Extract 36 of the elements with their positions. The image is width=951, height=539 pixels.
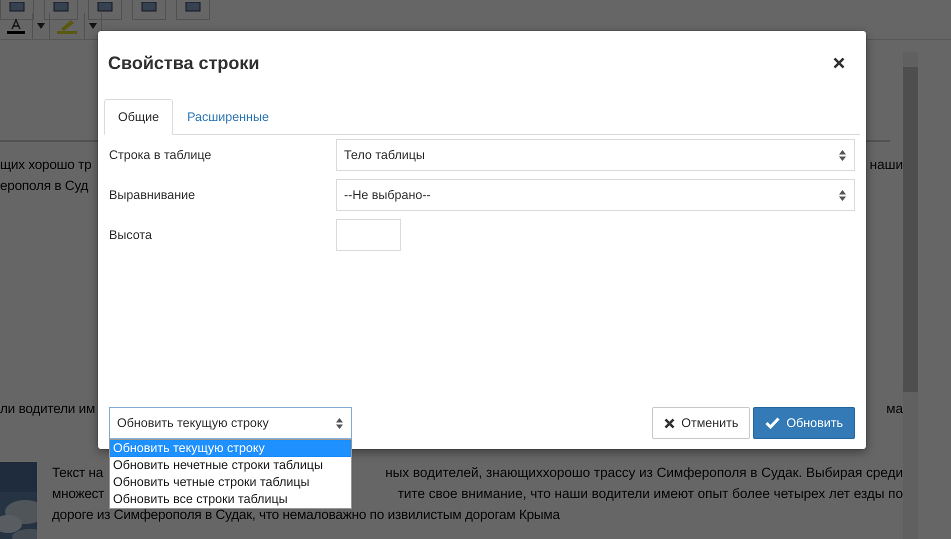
- table-tool-icon[interactable]: [0, 0, 34, 20]
- body-text: Текст на: [52, 464, 104, 482]
- field-label: Строка в таблице: [109, 148, 212, 162]
- dialog-title: Свойства строки: [108, 52, 260, 74]
- body-text: ли водители им: [0, 400, 96, 418]
- body-text: наши: [870, 156, 903, 174]
- table-tool-icon[interactable]: [44, 0, 78, 20]
- field-label: Высота: [109, 228, 153, 242]
- select-field[interactable]: Обновить текущую строку: [109, 407, 352, 439]
- select-field[interactable]: Тело таблицы: [336, 139, 855, 171]
- close-icon[interactable]: [831, 55, 847, 71]
- input-field[interactable]: [336, 219, 401, 251]
- body-text: ерополя в Суд: [0, 177, 88, 195]
- body-text: щих хорошо тр: [0, 156, 92, 174]
- sort-arrows-icon: [839, 190, 846, 200]
- cancel-button[interactable]: Отменить: [652, 407, 750, 439]
- body-text: дороге из Симферополя в Судак, что немаловажно по извилистым дорогам Крыма: [52, 506, 560, 524]
- sort-arrows-icon: [336, 418, 343, 428]
- scrollbar-thumb[interactable]: [903, 67, 918, 392]
- table-tool-icon[interactable]: [132, 0, 166, 20]
- body-text: ма: [886, 400, 903, 418]
- select-field[interactable]: --Не выбрано--: [336, 179, 855, 211]
- field-label: Выравнивание: [109, 188, 196, 202]
- body-text: множест: [52, 485, 104, 503]
- dropdown-option[interactable]: Обновить все строки таблицы: [110, 491, 351, 508]
- check-icon: [765, 417, 780, 429]
- update-button[interactable]: Обновить: [753, 407, 855, 439]
- body-text: тите свое внимание, что наши водители имеют опыт более четырех лет езды по: [398, 485, 903, 503]
- close-icon: [664, 418, 676, 428]
- body-text: ных водителей, знающиххорошо трассу из Симферополя в Судак. Выбирая среди: [385, 464, 903, 482]
- dropdown-option[interactable]: Обновить нечетные строки таблицы: [110, 457, 351, 474]
- sort-arrows-icon: [839, 150, 846, 160]
- tab[interactable]: Общие: [104, 99, 174, 135]
- dropdown-option[interactable]: Обновить четные строки таблицы: [110, 474, 351, 491]
- table-tool-icon[interactable]: [176, 0, 210, 20]
- tab[interactable]: Расширенные: [173, 99, 283, 135]
